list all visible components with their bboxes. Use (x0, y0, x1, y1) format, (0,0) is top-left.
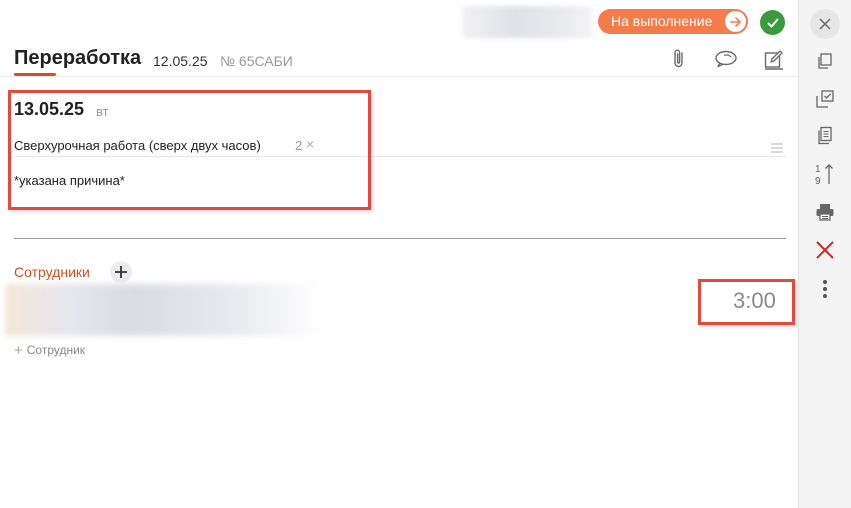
add-employee-link[interactable]: + Сотрудник (14, 341, 86, 359)
drag-handle-icon[interactable] (771, 140, 783, 153)
paperclip-icon[interactable] (667, 47, 691, 71)
svg-text:1: 1 (815, 164, 821, 175)
approve-button[interactable] (760, 10, 785, 35)
arrow-right-icon (725, 11, 746, 32)
document-panel: На выполнение Переработка 12.05.25 № 65С… (0, 0, 798, 508)
to-execution-label: На выполнение (611, 13, 713, 29)
edit-icon[interactable] (762, 47, 786, 71)
blurred-author (462, 6, 592, 38)
sort-icon[interactable]: 19 (812, 161, 838, 187)
more-icon[interactable] (812, 276, 838, 302)
highlight-box-entry (8, 90, 371, 210)
print-icon[interactable] (812, 199, 838, 225)
close-button[interactable] (810, 9, 840, 39)
checkmark-icon (767, 18, 778, 27)
checklist-icon[interactable] (812, 86, 838, 112)
employee-row-blurred[interactable] (5, 284, 325, 336)
add-employee-label: Сотрудник (26, 343, 86, 357)
add-employee-button[interactable] (110, 261, 132, 283)
doc-number: № 65САБИ (220, 53, 293, 69)
chat-icon[interactable] (713, 47, 737, 71)
highlight-box-hours (698, 279, 795, 325)
document-icon[interactable] (812, 123, 838, 149)
section-divider (14, 238, 786, 239)
plus-icon: + (14, 342, 23, 359)
header-divider (0, 76, 798, 77)
to-execution-button[interactable]: На выполнение (598, 9, 748, 34)
svg-text:9: 9 (815, 176, 821, 186)
right-toolbar: 19 (798, 0, 851, 508)
copy-icon[interactable] (812, 48, 838, 74)
delete-icon[interactable] (812, 237, 838, 263)
employees-label: Сотрудники (14, 264, 90, 280)
plus-icon (115, 266, 127, 278)
doc-title: Переработка (14, 47, 142, 69)
doc-date: 12.05.25 (153, 53, 208, 69)
close-icon (819, 18, 831, 30)
